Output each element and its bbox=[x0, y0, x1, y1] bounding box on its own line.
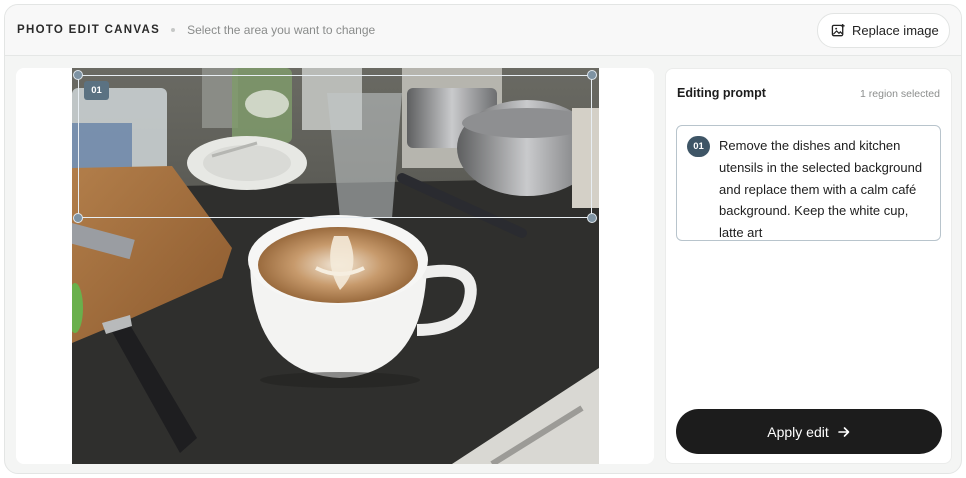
header-bar: PHOTO EDIT CANVAS Select the area you wa… bbox=[5, 5, 961, 56]
prompt-input[interactable]: 01 Remove the dishes and kitchen utensil… bbox=[676, 125, 941, 241]
panel-header: Editing prompt 1 region selected bbox=[677, 86, 940, 100]
replace-image-label: Replace image bbox=[852, 23, 939, 38]
apply-edit-label: Apply edit bbox=[767, 423, 829, 440]
page-title: PHOTO EDIT CANVAS bbox=[17, 24, 161, 36]
image-replace-icon bbox=[831, 23, 845, 37]
selection-region[interactable] bbox=[78, 75, 592, 218]
prompt-text: Remove the dishes and kitchen utensils i… bbox=[719, 138, 923, 241]
editing-panel: Editing prompt 1 region selected 01 Remo… bbox=[665, 68, 952, 464]
region-number-tag: 01 bbox=[84, 81, 109, 100]
separator-dot bbox=[171, 28, 176, 32]
app-window: PHOTO EDIT CANVAS Select the area you wa… bbox=[4, 4, 962, 474]
page-subtitle: Select the area you want to change bbox=[187, 23, 376, 37]
prompt-region-badge: 01 bbox=[687, 136, 710, 157]
canvas-area: 01 bbox=[16, 68, 654, 464]
resize-handle-bottom-right[interactable] bbox=[587, 213, 597, 223]
selection-count: 1 region selected bbox=[860, 88, 940, 100]
panel-title: Editing prompt bbox=[677, 86, 766, 100]
apply-edit-button[interactable]: Apply edit bbox=[676, 409, 942, 454]
resize-handle-bottom-left[interactable] bbox=[73, 213, 83, 223]
arrow-right-icon bbox=[837, 426, 850, 437]
resize-handle-top-right[interactable] bbox=[587, 70, 597, 80]
replace-image-button[interactable]: Replace image bbox=[817, 13, 950, 48]
resize-handle-top-left[interactable] bbox=[73, 70, 83, 80]
